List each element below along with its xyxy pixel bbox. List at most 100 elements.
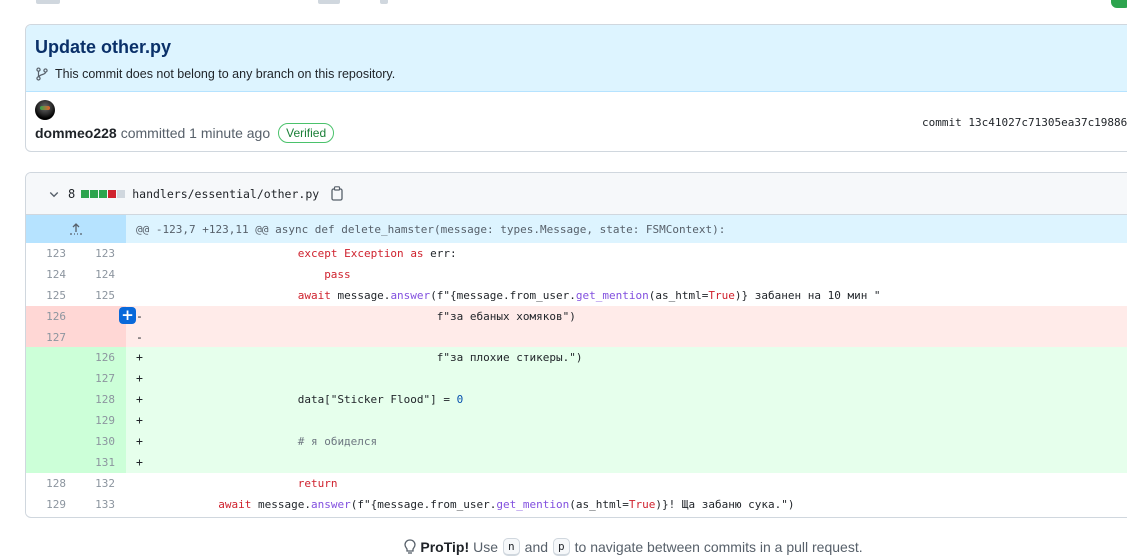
new-line-number[interactable]: 127 (69, 368, 115, 389)
commit-sha: commit 13c41027c71305ea37c19886 (922, 116, 1127, 129)
code-text: data["Sticker Flood"] = 0 (152, 393, 464, 407)
diff-sign: - (136, 329, 143, 344)
diff-lines: 123 123 except Exception as err: 124 124 pa… (26, 243, 1127, 515)
protip-label: ProTip! (420, 539, 470, 555)
old-line-number[interactable] (26, 410, 66, 431)
diffstat-blocks (81, 189, 126, 198)
diff-line-add: 126 + f"за плохие стикеры.") (26, 347, 1127, 369)
new-line-number[interactable]: 123 (69, 243, 115, 264)
commit-time[interactable]: 1 minute ago (189, 125, 270, 141)
top-fragment (380, 0, 388, 4)
protip-rest: to navigate between commits in a pull re… (574, 539, 863, 555)
expand-up-button[interactable] (26, 215, 126, 243)
code-text: f"за ебаных хомяков") (152, 309, 576, 323)
branch-note-text: This commit does not belong to any branc… (55, 67, 396, 81)
code-text: pass (324, 267, 351, 281)
lightbulb-icon (404, 539, 417, 554)
hunk-header: @@ -123,7 +123,11 @@ async def delete_ha… (26, 215, 1127, 243)
diff-sign: - (136, 308, 143, 323)
add-comment-button[interactable]: + (119, 306, 136, 324)
old-line-number[interactable]: 126 (26, 306, 66, 327)
copy-icon[interactable] (331, 186, 344, 201)
diff-sign: + (136, 371, 143, 386)
diff-line-ctx: 128 132 return (26, 472, 1127, 494)
new-line-number[interactable] (69, 327, 115, 348)
diff-line-add: 130 + # я обиделся (26, 431, 1127, 452)
file-diff: 8 handlers/essential/other.py @@ -123,7 … (25, 172, 1127, 518)
diffstat-block (99, 189, 108, 198)
top-fragment (318, 0, 340, 4)
top-action-button[interactable] (1111, 0, 1127, 8)
protip-and: and (524, 539, 549, 555)
code-text: await message.answer(f"{message.from_use… (297, 288, 881, 302)
new-line-number[interactable]: 133 (69, 494, 115, 515)
old-line-number[interactable] (26, 452, 66, 473)
old-line-number[interactable] (26, 431, 66, 452)
new-line-number[interactable]: 131 (69, 452, 115, 473)
old-line-number[interactable] (26, 368, 66, 389)
top-strip (0, 0, 1127, 6)
new-line-number[interactable]: 126 (69, 347, 115, 368)
new-line-number[interactable]: 124 (69, 264, 115, 285)
commit-action: committed (120, 125, 186, 141)
diff-line-ctx: 123 123 except Exception as err: (26, 243, 1127, 264)
new-line-number[interactable]: 129 (69, 410, 115, 431)
diff-sign: + (136, 413, 143, 428)
chevron-down-icon[interactable] (48, 188, 60, 200)
expand-up-icon (70, 223, 82, 235)
diff-line-add: 131 + (26, 451, 1127, 473)
git-branch-icon (36, 67, 48, 81)
author-link[interactable]: dommeo228 (35, 125, 117, 141)
verified-badge[interactable]: Verified (278, 123, 335, 143)
commit-header: Update other.py This commit does not bel… (26, 25, 1127, 92)
author-line: dommeo228 committed 1 minute ago Verifie… (35, 123, 335, 143)
diff-sign: + (136, 392, 143, 407)
diff-sign: + (136, 454, 143, 469)
diff-sign: + (136, 434, 143, 449)
kbd-n: n (503, 538, 520, 556)
kbd-p: p (553, 538, 570, 556)
diff-sign: + (136, 350, 143, 365)
old-line-number[interactable]: 128 (26, 473, 66, 494)
branch-note: This commit does not belong to any branc… (35, 67, 395, 81)
new-line-number[interactable] (69, 306, 115, 327)
diff-line-ctx: 125 125 await message.answer(f"{message.f… (26, 284, 1127, 306)
protip-use: Use (473, 539, 499, 555)
new-line-number[interactable]: 132 (69, 473, 115, 494)
diff-line-ctx: 124 124 pass (26, 263, 1127, 285)
diffstat-count: 8 (68, 186, 76, 201)
diff-line-add: 127 + (26, 368, 1127, 390)
protip: ProTip! Use n and p to navigate between … (70, 538, 1127, 556)
new-line-number[interactable]: 130 (69, 431, 115, 452)
old-line-number[interactable] (26, 347, 66, 368)
code-text: # я обиделся (297, 435, 378, 449)
hunk-header-text: @@ -123,7 +123,11 @@ async def delete_ha… (136, 223, 726, 236)
old-line-number[interactable]: 125 (26, 285, 66, 306)
code-text: await message.answer(f"{message.from_use… (218, 497, 795, 511)
new-line-number[interactable]: 128 (69, 389, 115, 410)
diff-line-add: 129 + (26, 410, 1127, 432)
old-line-number[interactable]: 123 (26, 243, 66, 264)
commit-title: Update other.py (35, 37, 172, 57)
old-line-number[interactable]: 129 (26, 494, 66, 515)
file-header: 8 handlers/essential/other.py (26, 173, 1127, 215)
commit-summary: Update other.py This commit does not bel… (25, 24, 1127, 152)
new-line-number[interactable]: 125 (69, 285, 115, 306)
diff-line-ctx: 129 133 await message.answer(f"{message.f… (26, 493, 1127, 515)
avatar[interactable] (35, 100, 55, 120)
file-path[interactable]: handlers/essential/other.py (132, 187, 319, 201)
diffstat-block (90, 189, 99, 198)
old-line-number[interactable]: 127 (26, 327, 66, 348)
diff-line-del: 127 - (26, 326, 1127, 348)
diff-line-del: 126 - f"за ебаных хомяков") + (26, 305, 1127, 327)
diff-line-add: 128 + data["Sticker Flood"] = 0 (26, 389, 1127, 411)
top-fragment (36, 0, 60, 4)
code-text: return (297, 476, 338, 490)
diffstat-block (108, 189, 117, 198)
diffstat-block (117, 189, 126, 198)
old-line-number[interactable]: 124 (26, 264, 66, 285)
code-text: except Exception as err: (297, 247, 457, 260)
diffstat-block (81, 189, 90, 198)
code-text: f"за плохие стикеры.") (152, 351, 583, 365)
old-line-number[interactable] (26, 389, 66, 410)
